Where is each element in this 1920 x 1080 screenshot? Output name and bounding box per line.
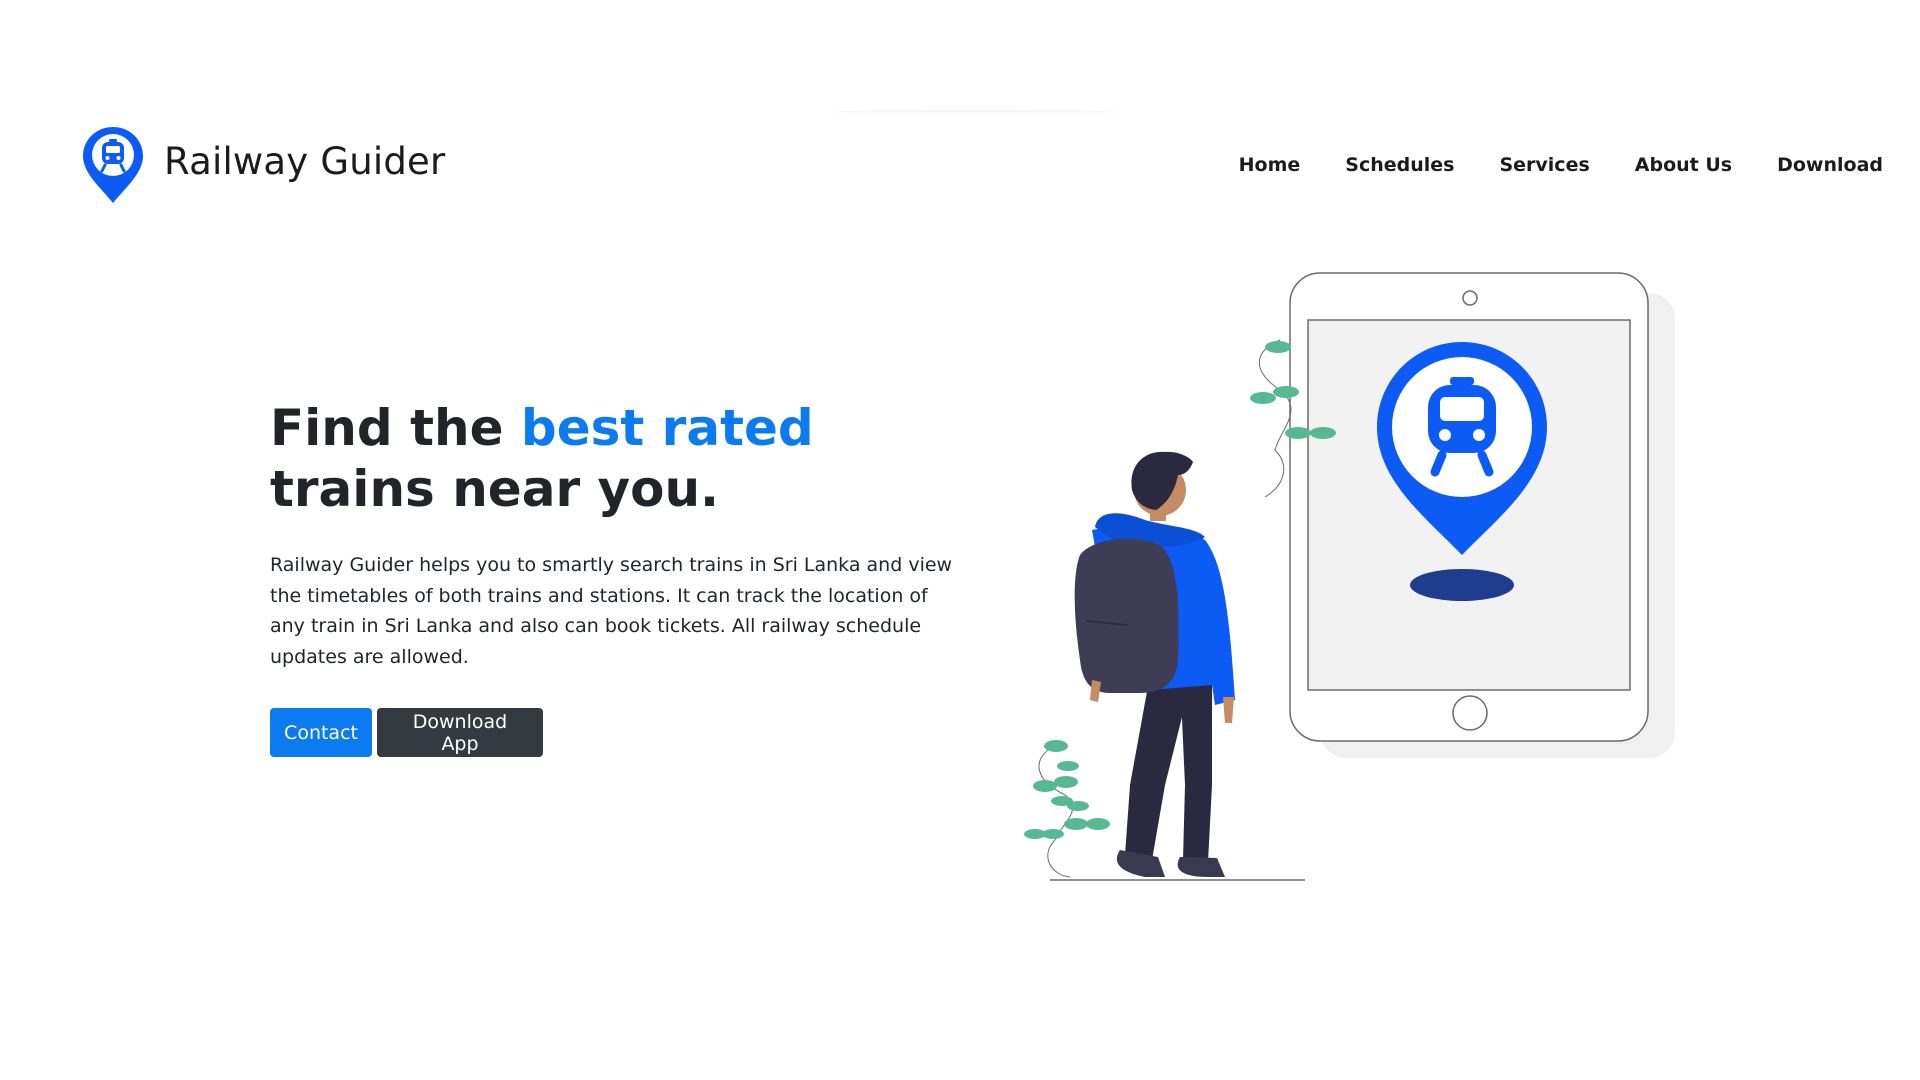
nav-about-us[interactable]: About Us [1635,154,1732,176]
tablet-camera [1462,290,1478,306]
contact-button[interactable]: Contact [270,708,372,757]
pin-shadow [1410,569,1514,601]
download-app-button[interactable]: Download App [377,708,543,757]
nav-home[interactable]: Home [1239,154,1301,176]
hero-description: Railway Guider helps you to smartly sear… [270,554,953,668]
hero-title-part2: trains near you. [270,460,720,518]
hero-title-part1: Find the [270,399,521,457]
person-with-tablet-map-pin-illustration [1024,272,1675,881]
location-pin-train-icon [83,127,143,203]
vine-bottom-decoration [1024,740,1110,878]
hero-buttons: Contact Download App [270,708,543,757]
hero-title-accent: best rated [520,399,814,457]
brand-link[interactable]: Railway Guider [80,125,445,205]
top-shadow [830,110,1120,114]
nav-download[interactable]: Download [1777,154,1883,176]
brand-name: Railway Guider [164,139,446,183]
nav-services[interactable]: Services [1499,154,1589,176]
tablet-home-button [1452,695,1488,731]
nav-schedules[interactable]: Schedules [1345,154,1454,176]
page: Railway Guider Home Schedules Services A… [0,0,1920,1080]
person-figure [1074,451,1235,877]
main-nav: Home Schedules Services About Us Downloa… [1239,154,1883,176]
hero-title: Find the best rated trains near you. [270,398,970,520]
